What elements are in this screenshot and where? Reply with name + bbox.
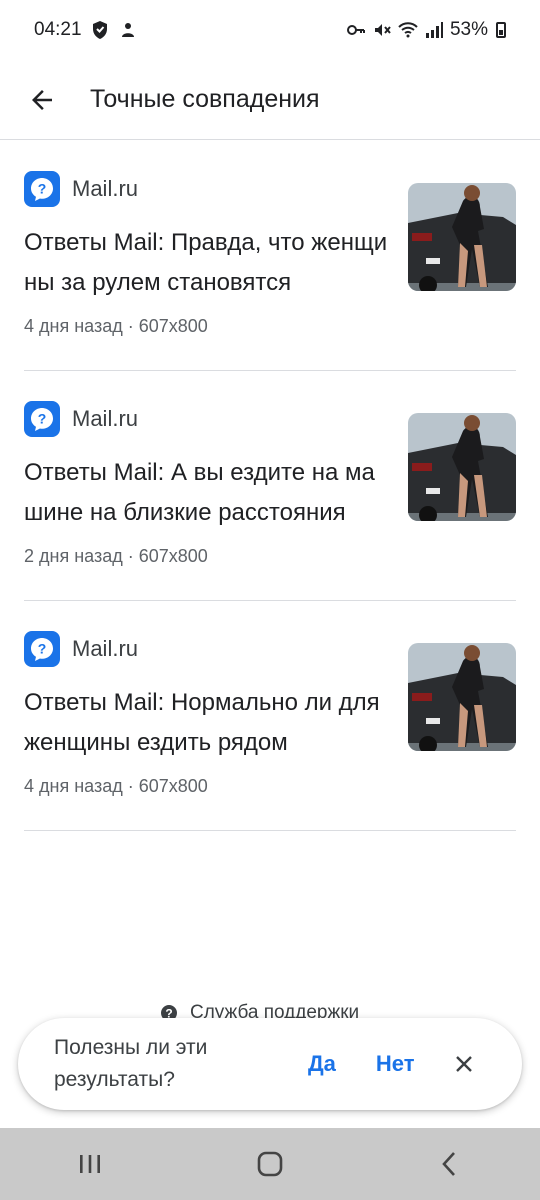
recents-icon — [80, 1155, 100, 1173]
result-source: ? Mail.ru — [24, 401, 138, 437]
recents-button[interactable] — [60, 1134, 120, 1194]
back-button[interactable] — [12, 70, 72, 130]
source-name: Mail.ru — [72, 636, 139, 661]
signal-icon — [425, 22, 443, 38]
status-time: 04:21 — [34, 19, 82, 40]
key-icon — [346, 25, 365, 35]
feedback-card: Полезны ли эти результаты? Да Нет — [18, 1018, 522, 1110]
battery-percent: 53% — [449, 19, 488, 40]
page-title: Точные совпадения — [90, 85, 320, 113]
mail-answers-icon: ? — [24, 171, 60, 207]
result-meta: 2 дня назад · 607x800 — [24, 546, 208, 566]
shield-icon — [92, 21, 107, 39]
status-bar: 04:21 53% — [0, 0, 540, 60]
source-name: Mail.ru — [72, 176, 139, 201]
mail-answers-icon: ? — [24, 401, 60, 437]
feedback-yes-button[interactable]: Да — [308, 1051, 336, 1077]
home-button[interactable] — [240, 1134, 300, 1194]
result-thumbnail[interactable] — [408, 643, 516, 751]
feedback-question: Полезны ли эти результаты? — [54, 1036, 208, 1091]
wifi-icon — [398, 22, 418, 38]
system-nav-bar — [0, 1128, 540, 1200]
result-title[interactable]: Ответы Mail: Нормально ли для женщины ез… — [24, 683, 389, 763]
chevron-left-icon — [442, 1152, 455, 1176]
battery-icon — [496, 22, 506, 38]
result-item[interactable]: ? Mail.ru Ответы Mail: А вы ездите на ма… — [24, 371, 516, 601]
result-thumbnail[interactable] — [408, 183, 516, 291]
person-icon — [121, 23, 134, 37]
feedback-no-button[interactable]: Нет — [376, 1051, 415, 1077]
result-source: ? Mail.ru — [24, 631, 138, 667]
result-meta: 4 дня назад · 607x800 — [24, 776, 208, 796]
close-button[interactable] — [449, 1049, 479, 1079]
result-item[interactable]: ? Mail.ru Ответы Mail: Нормально ли для … — [24, 601, 516, 831]
svg-text:?: ? — [38, 411, 47, 427]
home-icon — [257, 1151, 283, 1177]
mail-answers-icon: ? — [24, 631, 60, 667]
source-name: Mail.ru — [72, 406, 139, 431]
result-thumbnail[interactable] — [408, 413, 516, 521]
svg-text:?: ? — [38, 181, 47, 197]
svg-text:?: ? — [38, 641, 47, 657]
mute-icon — [374, 24, 391, 36]
result-item[interactable]: ? Mail.ru Ответы Mail: Правда, что женщи… — [24, 141, 516, 371]
arrow-back-icon — [32, 89, 52, 110]
app-bar: Точные совпадения — [0, 60, 540, 140]
close-icon — [455, 1056, 472, 1072]
result-meta: 4 дня назад · 607x800 — [24, 316, 208, 336]
result-title[interactable]: Ответы Mail: А вы ездите на машине на бл… — [24, 453, 389, 533]
result-title[interactable]: Ответы Mail: Правда, что женщины за руле… — [24, 223, 389, 303]
back-nav-button[interactable] — [420, 1134, 480, 1194]
results-list: ? Mail.ru Ответы Mail: Правда, что женщи… — [24, 141, 516, 831]
result-source: ? Mail.ru — [24, 171, 138, 207]
